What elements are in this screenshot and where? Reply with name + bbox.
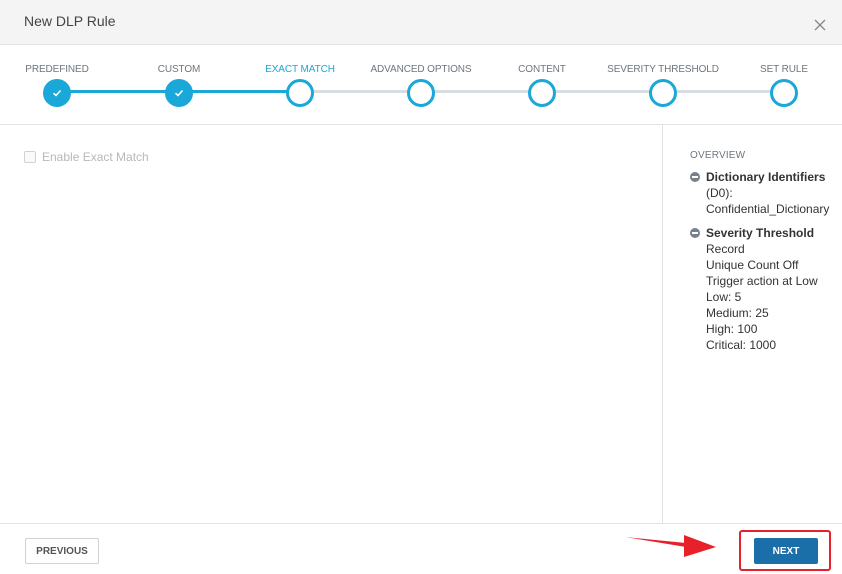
overview-line: Unique Count Off [706, 258, 799, 272]
step-circle [770, 79, 798, 107]
overview-line: Low: 5 [706, 290, 742, 304]
overview-line: Trigger action at Low [706, 274, 818, 288]
step-circle [528, 79, 556, 107]
step-circle [286, 79, 314, 107]
check-icon [165, 79, 193, 107]
overview-title: OVERVIEW [690, 150, 746, 161]
step-circle [407, 79, 435, 107]
red-arrow-icon [625, 535, 716, 557]
overview-section-dictionary: Dictionary Identifiers (D0): Confidentia… [690, 169, 840, 217]
step-label: EXACT MATCH [265, 64, 335, 75]
overview-heading: Dictionary Identifiers [706, 170, 826, 184]
overview-line: Confidential_Dictionary [706, 202, 830, 216]
new-dlp-rule-dialog: New DLP Rule PREDEFINED CUSTOM EXACT MAT… [0, 0, 842, 574]
wizard-stepper: PREDEFINED CUSTOM EXACT MATCH ADVANCED O… [0, 45, 842, 125]
overview-line: High: 100 [706, 322, 758, 336]
enable-exact-match-checkbox[interactable] [24, 151, 36, 163]
step-label: SEVERITY THRESHOLD [607, 64, 719, 75]
check-icon [43, 79, 71, 107]
overview-line: Critical: 1000 [706, 338, 777, 352]
dialog-header: New DLP Rule [0, 0, 842, 45]
next-button[interactable]: NEXT [754, 538, 818, 564]
close-icon[interactable] [814, 19, 826, 31]
overview-heading: Severity Threshold [706, 226, 815, 240]
dialog-title: New DLP Rule [24, 13, 116, 29]
collapse-icon[interactable] [690, 172, 700, 182]
previous-button[interactable]: PREVIOUS [25, 538, 99, 564]
overview-line: Record [706, 242, 745, 256]
step-label: PREDEFINED [25, 64, 89, 75]
step-label: ADVANCED OPTIONS [370, 64, 472, 75]
step-label: CONTENT [518, 64, 566, 75]
enable-exact-match-row[interactable]: Enable Exact Match [24, 150, 149, 164]
step-label: CUSTOM [157, 64, 201, 75]
step-circle [649, 79, 677, 107]
overview-panel: OVERVIEW Dictionary Identifiers (D0): Co… [690, 150, 840, 353]
enable-exact-match-label: Enable Exact Match [42, 150, 149, 164]
overview-line: Medium: 25 [706, 306, 769, 320]
step-label: SET RULE [760, 64, 808, 75]
overview-line: (D0): [706, 186, 733, 200]
main-panel: Enable Exact Match [0, 125, 663, 523]
collapse-icon[interactable] [690, 228, 700, 238]
overview-section-severity: Severity Threshold Record Unique Count O… [690, 225, 840, 353]
